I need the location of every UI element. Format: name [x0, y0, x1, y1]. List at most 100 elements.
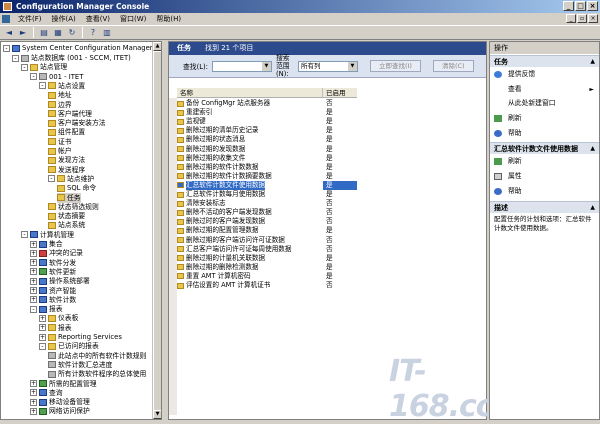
expand-icon[interactable]: + — [30, 259, 37, 267]
task-row[interactable]: 删除过期的发现数据 是 — [177, 145, 357, 154]
refresh-icon[interactable]: ↻ — [66, 27, 78, 38]
task-row[interactable]: 评估设置的 AMT 计算机证书 否 — [177, 281, 357, 290]
task-name: 重建索引 — [186, 108, 213, 117]
task-name-cell: 删除过期的客户端访问许可证数据 — [177, 236, 323, 245]
column-enabled-header[interactable]: 已启用 — [323, 88, 357, 97]
system-menu-icon[interactable] — [2, 15, 10, 23]
show-tree-icon[interactable]: ▦ — [52, 27, 64, 38]
expand-icon[interactable]: + — [39, 314, 46, 322]
task-row[interactable]: 重建索引 是 — [177, 108, 357, 117]
action-view[interactable]: 查看 ► — [490, 84, 599, 95]
expand-icon[interactable]: + — [30, 407, 37, 415]
actions-section-description[interactable]: 描述 ▲ — [490, 201, 599, 213]
menu-window[interactable]: 窗口(W) — [115, 13, 151, 25]
collapse-icon[interactable]: - — [21, 63, 28, 71]
expand-icon[interactable]: + — [30, 268, 37, 276]
action-refresh[interactable]: 刷新 — [490, 113, 599, 124]
task-row[interactable]: 汇总软件计数每月使用数据 是 — [177, 190, 357, 199]
collapse-icon[interactable]: - — [21, 231, 28, 239]
search-scope-select[interactable]: 所有列 ▼ — [297, 60, 358, 72]
collapse-icon[interactable]: - — [12, 54, 19, 62]
task-name-cell: 重置 AMT 计算机密码 — [177, 272, 323, 281]
tree-scrollbar[interactable]: ▲ ▼ — [152, 42, 161, 419]
find-now-button[interactable]: 立即查找(I) — [369, 60, 421, 72]
task-row[interactable]: 备份 ConfigMgr 站点服务器 否 — [177, 99, 357, 108]
menu-action[interactable]: 操作(A) — [47, 13, 81, 25]
task-icon — [177, 191, 184, 198]
task-row[interactable]: 删除过期的客户端访问许可证数据 否 — [177, 236, 357, 245]
collapse-icon[interactable]: - — [39, 82, 46, 90]
expand-icon[interactable]: + — [30, 398, 37, 406]
collapse-icon[interactable]: - — [48, 175, 55, 183]
child-restore-button[interactable]: ▫ — [577, 14, 587, 23]
tree-root[interactable]: - System Center Configuration Manager — [3, 43, 153, 53]
collapse-caret-icon[interactable]: ▲ — [590, 143, 595, 155]
child-close-button[interactable]: × — [588, 14, 598, 23]
menu-view[interactable]: 查看(V) — [81, 13, 115, 25]
action-help[interactable]: 帮助 — [490, 128, 599, 139]
up-level-icon[interactable]: ▤ — [38, 27, 50, 38]
action-item-refresh[interactable]: 刷新 — [490, 156, 599, 167]
column-name-header[interactable]: 名称 — [177, 88, 323, 97]
scroll-down-arrow[interactable]: ▼ — [153, 410, 161, 419]
task-row[interactable]: 删除过时的客户端发现数据 否 — [177, 217, 357, 226]
menu-file[interactable]: 文件(F) — [13, 13, 47, 25]
task-row[interactable]: 监视键 是 — [177, 117, 357, 126]
chevron-down-icon[interactable]: ▼ — [261, 61, 271, 71]
search-input[interactable]: ▼ — [211, 60, 272, 72]
action-item-help[interactable]: 帮助 — [490, 186, 599, 197]
expand-icon[interactable]: + — [30, 287, 37, 294]
task-row[interactable]: 删除过期的删除检测数据 是 — [177, 263, 357, 272]
task-enabled: 是 — [326, 162, 333, 171]
collapse-icon[interactable]: - — [39, 342, 46, 350]
collapse-icon[interactable]: - — [30, 305, 37, 313]
expand-icon[interactable]: + — [39, 324, 46, 332]
forward-arrow-icon[interactable]: ► — [17, 27, 29, 38]
chevron-down-icon[interactable]: ▼ — [347, 61, 357, 71]
task-row[interactable]: 清除安装标志 否 — [177, 199, 357, 208]
expand-icon[interactable]: + — [30, 380, 37, 387]
task-row[interactable]: 删除过期的配置管理数据 是 — [177, 226, 357, 235]
expand-icon[interactable]: + — [30, 389, 37, 397]
maximize-button[interactable]: □ — [575, 1, 586, 11]
actions-section-tasks[interactable]: 任务 ▲ — [490, 55, 599, 67]
collapse-caret-icon[interactable]: ▲ — [590, 202, 595, 214]
child-minimize-button[interactable]: _ — [566, 14, 576, 23]
expand-icon[interactable]: + — [30, 249, 37, 257]
task-row[interactable]: 删除不活动的客户端发现数据 否 — [177, 208, 357, 217]
actions-section-item[interactable]: 汇总软件计数文件使用数据 ▲ — [490, 142, 599, 154]
scroll-up-arrow[interactable]: ▲ — [153, 42, 161, 51]
folder-icon — [48, 333, 56, 341]
expand-icon[interactable]: + — [39, 333, 46, 341]
task-name-cell: 删除过期的状态消息 — [177, 135, 323, 144]
close-button[interactable]: × — [587, 1, 598, 11]
menu-help[interactable]: 帮助(H) — [151, 13, 186, 25]
tree-node[interactable]: + 网络访问保护 — [30, 406, 90, 416]
task-row[interactable]: 删除过期的状态消息 是 — [177, 135, 357, 144]
action-new-window[interactable]: 从此处新建窗口 — [490, 98, 599, 109]
task-row[interactable]: 删除过期的计量机关联数据 是 — [177, 254, 357, 263]
task-row[interactable]: 汇总客户端访问许可证每周使用数据 否 — [177, 245, 357, 254]
collapse-icon[interactable]: - — [30, 73, 37, 81]
minimize-button[interactable]: _ — [563, 1, 574, 11]
task-row[interactable]: 重置 AMT 计算机密码 是 — [177, 272, 357, 281]
task-row[interactable]: 删除过期的软件计数摘要数据 是 — [177, 172, 357, 181]
scroll-thumb[interactable] — [153, 51, 161, 411]
action-pane-icon[interactable]: ▥ — [101, 27, 113, 38]
action-properties[interactable]: 属性 — [490, 171, 599, 182]
task-row[interactable]: 删除过期的清单历史记录 是 — [177, 126, 357, 135]
collapse-icon[interactable]: - — [3, 44, 10, 52]
back-arrow-icon[interactable]: ◄ — [3, 27, 15, 38]
task-row[interactable]: 删除过期的软件计数数据 是 — [177, 163, 357, 172]
expand-icon[interactable]: + — [30, 296, 37, 304]
task-name: 汇总软件计数文件使用数据 — [186, 180, 266, 190]
action-feedback[interactable]: 提供反馈 — [490, 69, 599, 80]
collapse-caret-icon[interactable]: ▲ — [590, 56, 595, 68]
action-properties-label: 属性 — [508, 172, 522, 180]
expand-icon[interactable]: + — [30, 240, 37, 248]
task-row[interactable]: 汇总软件计数文件使用数据 是 — [177, 180, 357, 190]
expand-icon[interactable]: + — [30, 277, 37, 285]
task-row[interactable]: 删除过期的收集文件 是 — [177, 154, 357, 163]
help-icon[interactable]: ? — [87, 27, 99, 38]
clear-button[interactable]: 清除(C) — [432, 60, 474, 72]
